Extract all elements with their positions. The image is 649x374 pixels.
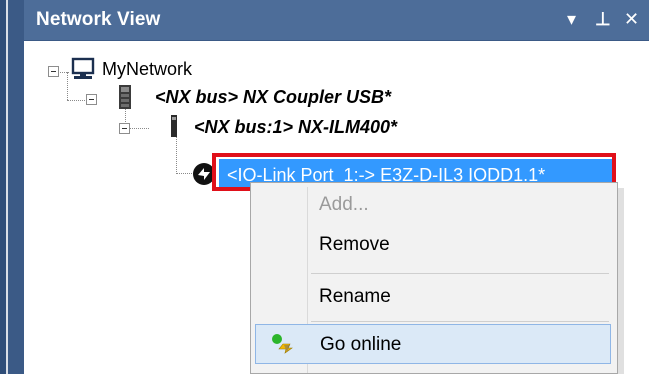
context-menu: Add... Remove Rename Go online: [250, 182, 618, 374]
tree-node-label: <NX bus> NX Coupler USB*: [155, 86, 392, 107]
collapse-toggle-coupler[interactable]: [86, 94, 97, 105]
io-link-sensor-icon: [193, 163, 215, 185]
close-icon[interactable]: ✕: [624, 8, 639, 30]
menu-separator: [311, 321, 609, 322]
tree-node-mynetwork[interactable]: MyNetwork: [102, 54, 192, 84]
network-view-panel: Network View ▾ ⊥ ✕ MyNetwork <NX bus> NX…: [24, 0, 649, 374]
dock-frame-inner: [8, 0, 24, 374]
menu-item-label: Remove: [319, 234, 390, 255]
tree-connector: [67, 72, 68, 100]
go-online-icon: [272, 334, 293, 354]
menu-item-label: Go online: [320, 334, 402, 355]
tree-node-ilm[interactable]: <NX bus:1> NX-ILM400*: [194, 112, 397, 142]
pin-icon[interactable]: ⊥: [595, 8, 611, 30]
panel-title: Network View: [36, 9, 161, 30]
tree-node-label: <NX bus:1> NX-ILM400*: [194, 116, 398, 137]
io-link-master-icon: [171, 115, 177, 137]
coupler-device-icon: [119, 85, 131, 109]
menu-separator: [311, 273, 609, 274]
panel-titlebar: Network View ▾ ⊥ ✕: [24, 0, 649, 41]
menu-item-label: Add...: [319, 194, 369, 215]
dropdown-arrow-icon[interactable]: ▾: [567, 8, 576, 30]
tree-connector: [176, 173, 192, 174]
menu-item-go-online[interactable]: Go online: [255, 324, 611, 364]
tree-connector: [176, 134, 177, 174]
tree-node-label: MyNetwork: [102, 58, 193, 79]
collapse-toggle-mynetwork[interactable]: [48, 66, 59, 77]
menu-item-label: Rename: [319, 286, 391, 307]
screenshot-root: Network View ▾ ⊥ ✕ MyNetwork <NX bus> NX…: [0, 0, 649, 374]
dock-frame-left: [0, 0, 24, 374]
collapse-toggle-ilm[interactable]: [119, 123, 130, 134]
network-computer-icon: [71, 57, 95, 79]
menu-item-add[interactable]: Add...: [255, 185, 611, 225]
tree-node-coupler[interactable]: <NX bus> NX Coupler USB*: [155, 82, 391, 112]
menu-item-remove[interactable]: Remove: [255, 225, 611, 265]
menu-item-rename[interactable]: Rename: [255, 277, 611, 317]
